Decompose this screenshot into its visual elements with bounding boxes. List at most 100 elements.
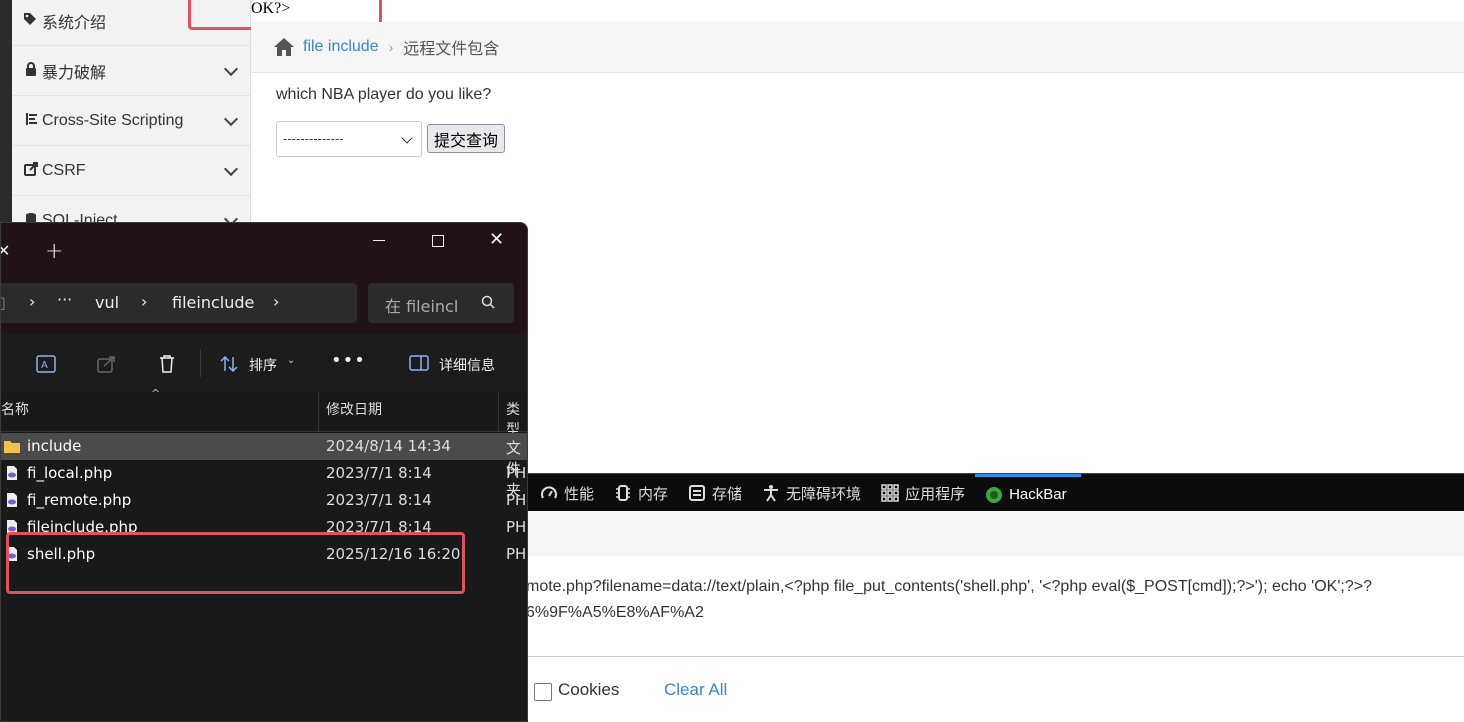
details-button[interactable]: 详细信息 (439, 355, 495, 375)
search-icon[interactable] (481, 295, 495, 309)
file-type: PHP (506, 464, 527, 482)
address-bar[interactable]: ▯ › ··· vul › fileinclude › (1, 283, 357, 323)
sort-icon[interactable] (218, 353, 240, 375)
column-divider[interactable] (318, 391, 319, 431)
explorer-address-row: ▯ › ··· vul › fileinclude › 在 fileinclud… (1, 273, 527, 333)
chevron-down-icon (401, 132, 413, 144)
folder-icon (4, 441, 20, 453)
hackbar-icon (986, 486, 1003, 503)
sidebar-item-label: Cross-Site Scripting (42, 111, 184, 129)
sidebar-item-label: 系统介绍 (42, 14, 107, 32)
player-select[interactable]: -------------- (276, 121, 422, 157)
more-options-icon[interactable]: ••• (331, 350, 366, 371)
breadcrumb-link[interactable]: file include (303, 38, 379, 56)
column-divider[interactable] (498, 391, 499, 431)
chevron-down-icon[interactable]: ⌄ (287, 355, 295, 366)
file-row[interactable]: fi_remote.php 2023/7/1 8:14 PHP (1, 487, 527, 514)
hackbar-url-field[interactable]: mote.php?filename=data://text/plain,<?ph… (526, 556, 1464, 657)
path-segment[interactable]: vul (95, 293, 119, 312)
php-file-icon (7, 466, 17, 480)
hackbar-options: Cookies Clear All (526, 657, 1464, 720)
search-placeholder: 在 fileinclude 中搜索 (385, 297, 457, 316)
tab-memory[interactable]: 内存 (604, 474, 678, 512)
share-icon[interactable] (96, 353, 118, 375)
tab-hackbar[interactable]: HackBar (975, 474, 1082, 512)
column-modified[interactable]: 修改日期 (326, 399, 382, 419)
explorer-titlebar: ✕ + ✕ (1, 223, 527, 273)
file-date: 2023/7/1 8:14 (326, 464, 432, 482)
player-select-value: -------------- (283, 131, 344, 146)
chevron-down-icon[interactable] (223, 61, 239, 76)
sort-button[interactable]: 排序 (249, 355, 277, 375)
tab-performance[interactable]: 性能 (526, 474, 604, 512)
chevron-right-icon[interactable]: › (29, 292, 35, 311)
submit-button[interactable]: 提交查询 (427, 124, 505, 153)
toolbar-divider (200, 349, 201, 377)
minimize-icon[interactable] (373, 229, 387, 249)
list-icon (22, 112, 40, 129)
file-type: PHP (506, 545, 527, 563)
lock-icon (22, 62, 40, 79)
sidebar-item-label: 暴力破解 (42, 64, 107, 82)
search-input[interactable]: 在 fileinclude 中搜索 (368, 283, 514, 323)
devtools-tabbar: 性能 内存 存储 无障碍环境 应用程序 HackBar (526, 473, 1464, 512)
tags-icon (22, 12, 40, 29)
file-explorer-window: ✕ + ✕ ▯ › ··· vul › fileinclude › 在 file… (0, 222, 528, 722)
home-icon[interactable] (273, 37, 295, 57)
rename-icon[interactable]: A (35, 353, 57, 375)
tab-label: 性能 (564, 485, 595, 503)
chevron-down-icon[interactable] (223, 111, 239, 126)
file-list-header: 名称 ^ 修改日期 类型 (1, 387, 527, 438)
sidebar-item-csrf[interactable]: CSRF (12, 146, 250, 196)
sidebar-item-bruteforce[interactable]: 暴力破解 (12, 46, 250, 96)
file-name: include (27, 437, 82, 455)
hackbar-toolbar (526, 511, 1464, 557)
sidebar-item-label: CSRF (42, 161, 86, 179)
chevron-right-icon[interactable]: › (141, 292, 147, 311)
file-type: PHP (506, 491, 527, 509)
maximize-icon[interactable] (432, 235, 444, 247)
gauge-icon (541, 486, 557, 499)
tab-label: 应用程序 (905, 485, 966, 503)
tab-label: 存储 (712, 485, 743, 503)
breadcrumb: file include › 远程文件包含 (251, 22, 1464, 73)
accessibility-icon (764, 485, 779, 502)
chevron-down-icon[interactable] (223, 161, 239, 176)
path-segment[interactable]: fileinclude (172, 293, 254, 312)
file-date: 2024/8/14 14:34 (326, 437, 451, 455)
close-tab-icon[interactable]: ✕ (1, 241, 10, 260)
cookies-checkbox[interactable] (534, 683, 552, 701)
file-type: PHP (506, 518, 527, 536)
breadcrumb-separator: › (388, 39, 394, 55)
breadcrumb-current: 远程文件包含 (403, 41, 500, 58)
tab-storage[interactable]: 存储 (678, 474, 752, 512)
tab-label: HackBar (1009, 486, 1067, 503)
tab-accessibility[interactable]: 无障碍环境 (752, 474, 871, 512)
file-name: fi_local.php (27, 464, 113, 482)
file-name: fi_remote.php (27, 491, 132, 509)
highlight-box-shell-file (6, 532, 465, 594)
new-tab-icon[interactable]: + (45, 239, 63, 264)
grid-icon (881, 484, 899, 502)
column-name[interactable]: 名称 (1, 399, 29, 419)
clear-all-link[interactable]: Clear All (664, 680, 727, 700)
cookies-label: Cookies (558, 680, 620, 699)
tab-application[interactable]: 应用程序 (871, 474, 975, 512)
close-icon[interactable]: ✕ (489, 229, 504, 250)
tab-label: 无障碍环境 (786, 485, 862, 503)
sidebar-item-xss[interactable]: Cross-Site Scripting (12, 96, 250, 146)
share-icon (22, 162, 40, 179)
form-question: which NBA player do you like? (276, 86, 492, 103)
hackbar-url-line: mote.php?filename=data://text/plain,<?ph… (526, 578, 1372, 595)
address-icon: ▯ (1, 293, 6, 312)
hackbar-url-line: 6%9F%A5%E8%AF%A2 (526, 604, 704, 621)
delete-icon[interactable] (156, 353, 178, 375)
chevron-right-icon[interactable]: › (273, 292, 279, 311)
file-row[interactable]: fi_local.php 2023/7/1 8:14 PHP (1, 460, 527, 487)
sort-up-icon: ^ (151, 387, 161, 400)
storage-icon (689, 485, 706, 501)
path-ellipsis[interactable]: ··· (57, 290, 72, 309)
file-row[interactable]: include 2024/8/14 14:34 文件夹 (1, 433, 527, 499)
sidebar: 系统介绍 暴力破解 Cross-Site Scripting CSRF SQL-… (12, 0, 251, 246)
details-pane-icon[interactable] (409, 354, 429, 372)
